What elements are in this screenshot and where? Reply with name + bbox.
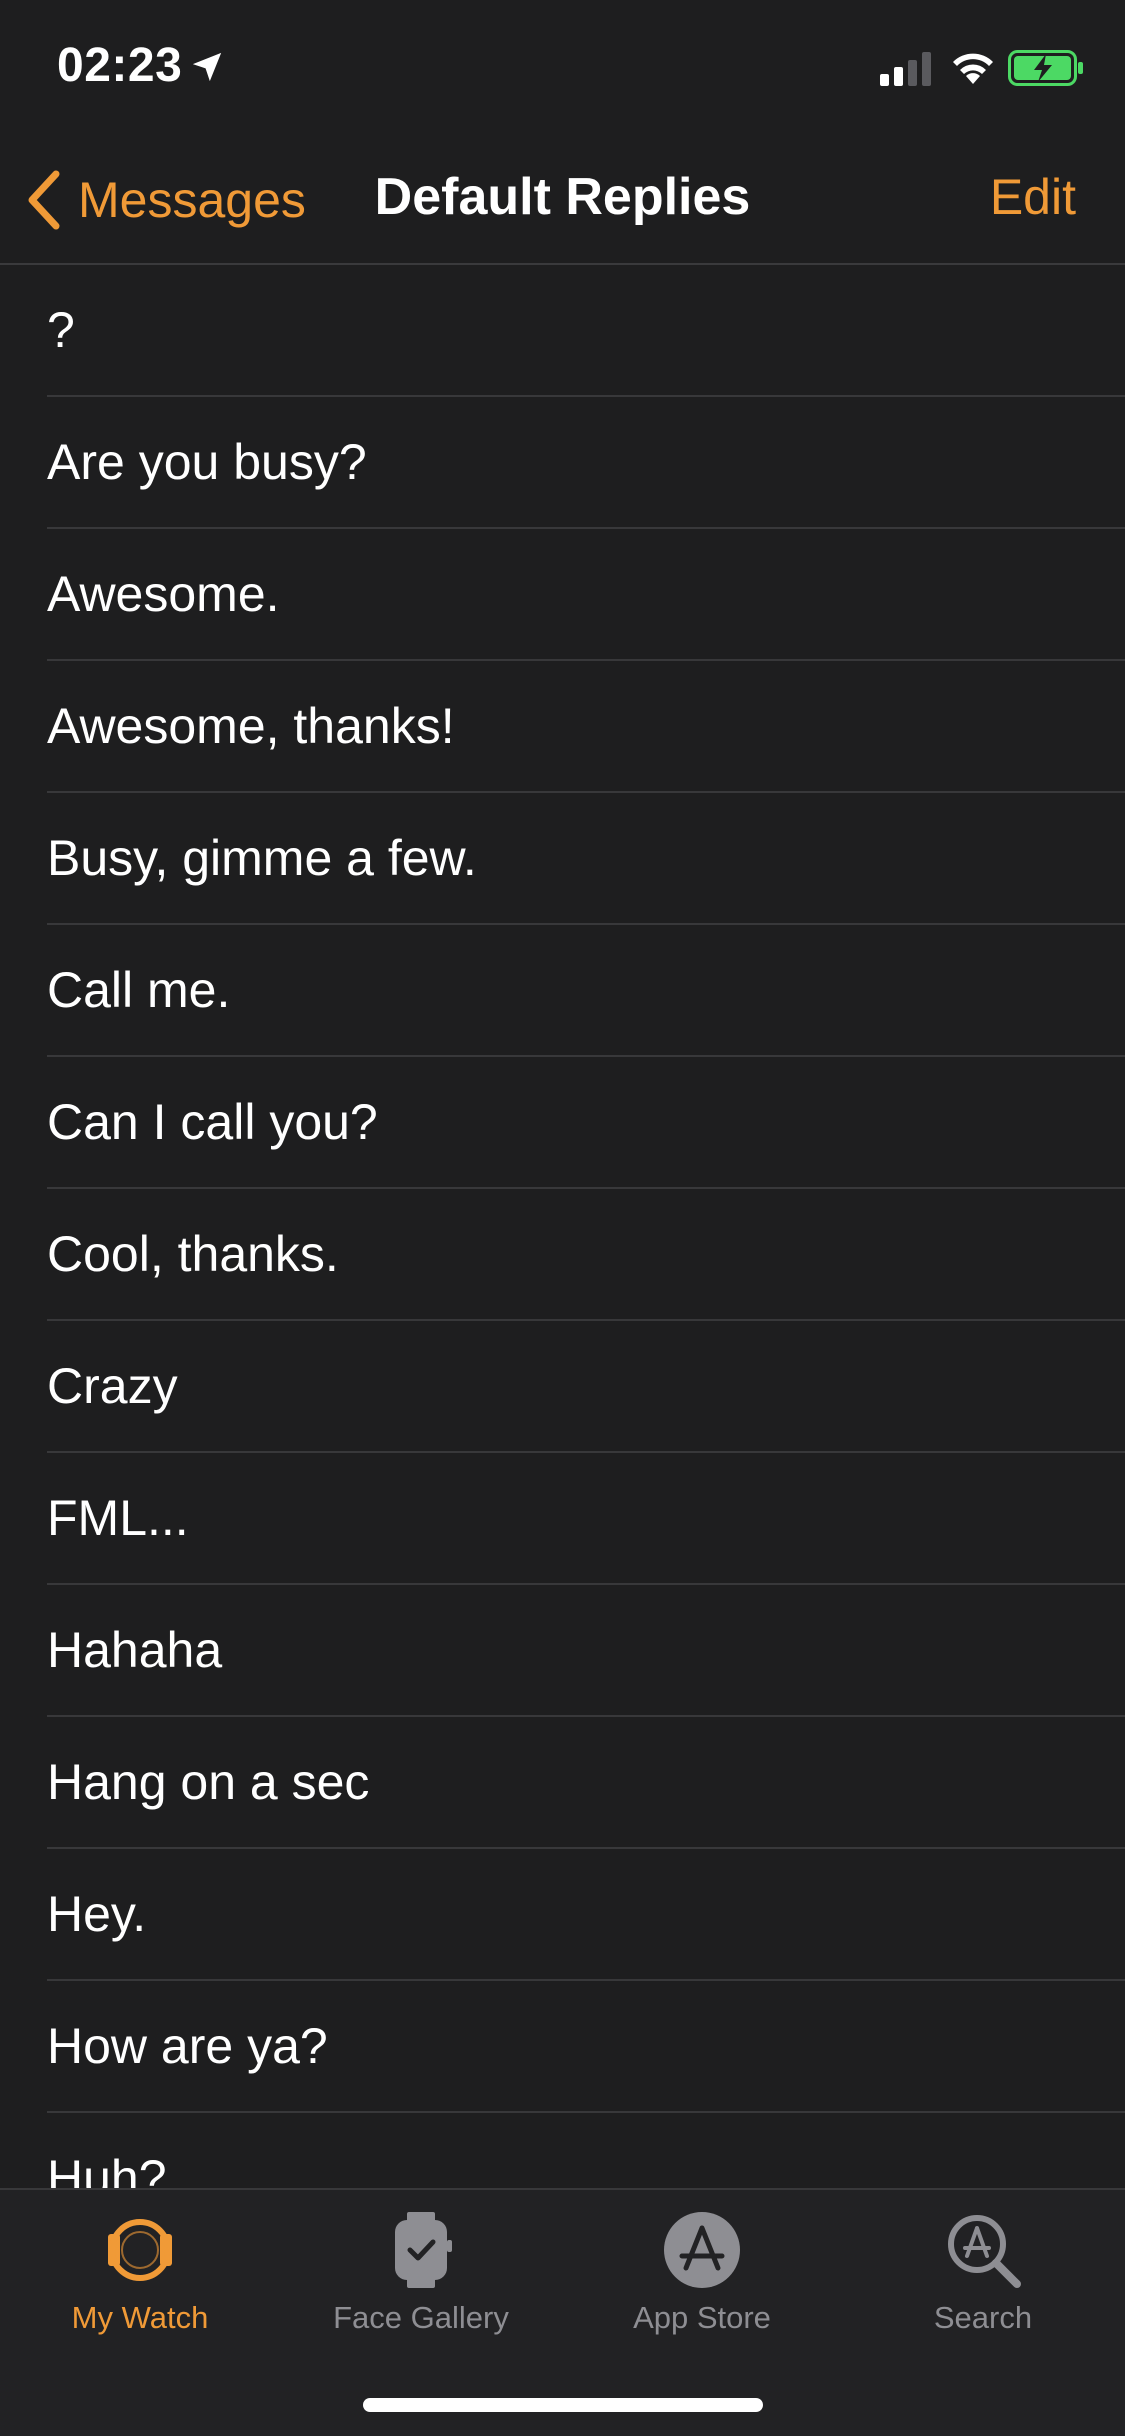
list-item[interactable]: Hey. — [47, 1849, 1125, 1981]
app-store-icon — [664, 2212, 740, 2288]
list-item[interactable]: FML... — [47, 1453, 1125, 1585]
tab-label: My Watch — [71, 2300, 209, 2335]
reply-text: Hahaha — [47, 1622, 223, 1678]
location-arrow-icon — [192, 52, 222, 82]
list-item[interactable]: Crazy — [47, 1321, 1125, 1453]
screen: 02:23 Messages Default Replies Edit ? Ar… — [0, 0, 1125, 2436]
reply-text: Call me. — [47, 962, 231, 1018]
reply-text: ? — [47, 302, 75, 358]
search-icon — [948, 2215, 1021, 2288]
list-item[interactable]: Can I call you? — [47, 1057, 1125, 1189]
list-item[interactable]: Call me. — [47, 925, 1125, 1057]
navigation-bar: Messages Default Replies Edit — [0, 135, 1125, 265]
reply-text: Crazy — [47, 1358, 178, 1414]
reply-text: FML... — [47, 1490, 189, 1546]
tab-label: App Store — [633, 2300, 771, 2335]
list-item[interactable]: Cool, thanks. — [47, 1189, 1125, 1321]
tab-search[interactable]: Search — [843, 2210, 1123, 2336]
list-item[interactable]: How are ya? — [47, 1981, 1125, 2113]
page-title: Default Replies — [374, 168, 751, 226]
reply-text: Cool, thanks. — [47, 1226, 339, 1282]
reply-text: Hey. — [47, 1886, 147, 1942]
tab-label: Face Gallery — [333, 2300, 509, 2335]
list-item[interactable]: Are you busy? — [47, 397, 1125, 529]
reply-text: Are you busy? — [47, 434, 367, 490]
wifi-icon — [953, 53, 993, 84]
reply-text: Awesome, thanks! — [47, 698, 455, 754]
list-item[interactable]: Awesome. — [47, 529, 1125, 661]
my-watch-icon — [108, 2219, 172, 2281]
list-item[interactable]: Busy, gimme a few. — [47, 793, 1125, 925]
list-item[interactable]: Huh? — [47, 2113, 1125, 2190]
reply-text: Huh? — [47, 2150, 167, 2190]
list-item[interactable]: Hahaha — [47, 1585, 1125, 1717]
battery-charging-icon — [1008, 50, 1083, 86]
list-item[interactable]: Hang on a sec — [47, 1717, 1125, 1849]
list-item[interactable]: Awesome, thanks! — [47, 661, 1125, 793]
tab-face-gallery[interactable]: Face Gallery — [281, 2210, 561, 2336]
cellular-signal-icon — [880, 52, 931, 86]
home-indicator[interactable] — [363, 2398, 763, 2412]
status-time: 02:23 — [57, 39, 183, 92]
reply-text: Hang on a sec — [47, 1754, 370, 1810]
edit-button[interactable]: Edit — [990, 168, 1076, 226]
reply-list: ? Are you busy? Awesome. Awesome, thanks… — [0, 265, 1125, 2190]
status-bar: 02:23 — [0, 0, 1125, 135]
tab-label: Search — [933, 2300, 1033, 2335]
list-item[interactable]: ? — [47, 265, 1125, 397]
reply-text: Awesome. — [47, 566, 280, 622]
tab-app-store[interactable]: App Store — [562, 2210, 842, 2336]
tab-my-watch[interactable]: My Watch — [0, 2210, 280, 2336]
reply-text: Busy, gimme a few. — [47, 830, 477, 886]
face-gallery-icon — [395, 2212, 452, 2288]
reply-text: Can I call you? — [47, 1094, 378, 1150]
reply-text: How are ya? — [47, 2018, 328, 2074]
